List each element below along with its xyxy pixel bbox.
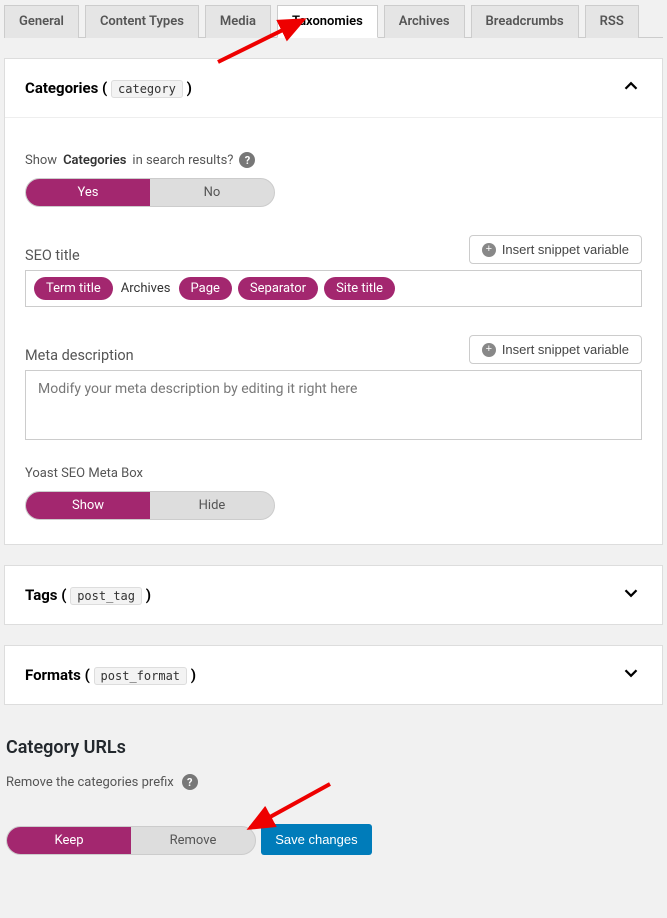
- title-suffix: ): [187, 79, 192, 97]
- var-page[interactable]: Page: [179, 277, 232, 300]
- insert-label: Insert snippet variable: [502, 342, 629, 357]
- panel-tags: Tags ( post_tag ): [4, 565, 663, 625]
- show-in-results-label: Show Categories in search results? ?: [25, 152, 642, 168]
- label-bold: Categories: [63, 153, 126, 168]
- seo-title-label: SEO title: [25, 247, 80, 264]
- title-code: category: [111, 80, 183, 98]
- save-changes-button[interactable]: Save changes: [261, 824, 371, 855]
- meta-description-label: Meta description: [25, 347, 134, 364]
- panel-formats: Formats ( post_format ): [4, 645, 663, 705]
- panel-tags-header[interactable]: Tags ( post_tag ): [5, 566, 662, 624]
- title-suffix: ): [146, 586, 151, 604]
- title-prefix: Formats (: [25, 666, 90, 684]
- metabox-toggle: Show Hide: [25, 491, 275, 520]
- metabox-label: Yoast SEO Meta Box: [25, 466, 642, 481]
- toggle-no[interactable]: No: [150, 179, 274, 206]
- title-code: post_format: [94, 667, 187, 685]
- toggle-remove[interactable]: Remove: [131, 827, 255, 854]
- insert-label: Insert snippet variable: [502, 242, 629, 257]
- chevron-down-icon: [620, 582, 642, 608]
- panel-categories: Categories ( category ) Show Categories …: [4, 58, 663, 545]
- tab-media[interactable]: Media: [205, 5, 271, 38]
- var-separator[interactable]: Separator: [238, 277, 318, 300]
- insert-snippet-seo-title[interactable]: + Insert snippet variable: [469, 235, 642, 264]
- metabox-show[interactable]: Show: [26, 492, 150, 519]
- help-icon[interactable]: ?: [239, 152, 255, 168]
- help-icon[interactable]: ?: [182, 774, 198, 790]
- chevron-up-icon: [620, 75, 642, 101]
- tab-content-types[interactable]: Content Types: [85, 5, 199, 38]
- panel-categories-header[interactable]: Categories ( category ): [5, 59, 662, 117]
- tab-taxonomies[interactable]: Taxonomies: [277, 5, 378, 38]
- tab-general[interactable]: General: [4, 5, 79, 38]
- category-urls-heading: Category URLs: [6, 737, 663, 758]
- tab-archives[interactable]: Archives: [384, 5, 465, 38]
- var-archives-plain: Archives: [119, 277, 173, 300]
- chevron-down-icon: [620, 662, 642, 688]
- category-prefix-label: Remove the categories prefix ?: [6, 774, 663, 790]
- title-code: post_tag: [70, 587, 142, 605]
- toggle-yes[interactable]: Yes: [26, 179, 150, 206]
- var-term-title[interactable]: Term title: [34, 277, 113, 300]
- category-prefix-toggle: Keep Remove: [6, 826, 256, 855]
- label-pre: Show: [25, 153, 57, 168]
- title-suffix: ): [191, 666, 196, 684]
- meta-description-input[interactable]: Modify your meta description by editing …: [25, 370, 642, 440]
- tab-breadcrumbs[interactable]: Breadcrumbs: [471, 5, 579, 38]
- tab-rss[interactable]: RSS: [585, 5, 639, 38]
- panel-title-formats: Formats ( post_format ): [25, 666, 196, 684]
- toggle-keep[interactable]: Keep: [7, 827, 131, 854]
- title-prefix: Tags (: [25, 586, 66, 604]
- metabox-hide[interactable]: Hide: [150, 492, 274, 519]
- prefix-label-text: Remove the categories prefix: [6, 775, 174, 790]
- title-prefix: Categories (: [25, 79, 107, 97]
- seo-title-input[interactable]: Term title Archives Page Separator Site …: [25, 270, 642, 307]
- panel-title-categories: Categories ( category ): [25, 79, 192, 97]
- plus-icon: +: [482, 243, 496, 257]
- tabs: General Content Types Media Taxonomies A…: [4, 4, 663, 38]
- label-post: in search results?: [132, 153, 233, 168]
- panel-title-tags: Tags ( post_tag ): [25, 586, 151, 604]
- panel-formats-header[interactable]: Formats ( post_format ): [5, 646, 662, 704]
- show-in-results-toggle: Yes No: [25, 178, 275, 207]
- var-site-title[interactable]: Site title: [324, 277, 395, 300]
- plus-icon: +: [482, 343, 496, 357]
- insert-snippet-meta[interactable]: + Insert snippet variable: [469, 335, 642, 364]
